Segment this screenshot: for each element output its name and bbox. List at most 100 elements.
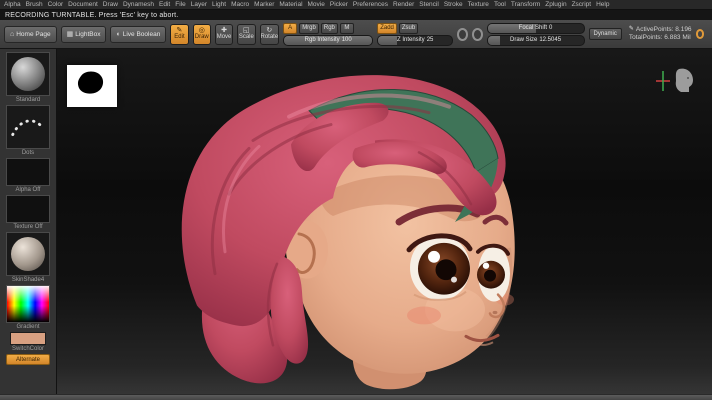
stroke-thumbnail[interactable] (6, 105, 50, 149)
focal-shift-value: 0 (549, 25, 552, 31)
paint-group: A Mrgb Rgb M Rgb Intensity 100 (283, 23, 373, 46)
z-intensity-fill (378, 36, 397, 45)
texture-selector[interactable]: Texture Off (6, 195, 50, 230)
lightbox-label: LightBox (75, 31, 100, 38)
draw-mode-button[interactable]: ◎ Draw (193, 24, 211, 45)
preview-head-icon (676, 69, 693, 92)
rgb-intensity-label: Rgb Intensity (305, 37, 340, 43)
rgb-toggle[interactable]: Rgb (321, 23, 338, 34)
live-boolean-button[interactable]: ◐ Live Boolean (110, 26, 166, 43)
menu-item-dynamesh[interactable]: Dynamesh (123, 1, 154, 8)
menu-item-layer[interactable]: Layer (191, 1, 207, 8)
material-label: SkinShade4 (12, 277, 44, 283)
switch-color-label: SwitchColor (12, 346, 44, 352)
menu-item-macro[interactable]: Macro (231, 1, 249, 8)
circle-icon-1[interactable] (457, 28, 468, 41)
home-icon: ⌂ (10, 31, 14, 38)
move-mode-button[interactable]: ✚ Move (215, 24, 233, 45)
menu-item-tool[interactable]: Tool (494, 1, 506, 8)
switch-color-item[interactable]: SwitchColor (10, 332, 46, 352)
zadd-toggle[interactable]: Zadd (377, 23, 397, 34)
alpha-selector[interactable]: Alpha Off (6, 158, 50, 193)
menu-item-color[interactable]: Color (48, 1, 64, 8)
rgb-intensity-value: 100 (342, 37, 352, 43)
alpha-thumbnail[interactable] (6, 158, 50, 186)
zbrush-window: Alpha Brush Color Document Draw Dynamesh… (0, 0, 712, 400)
menu-item-help[interactable]: Help (596, 1, 609, 8)
draw-size-slider[interactable]: Draw Size 12.5045 (487, 35, 585, 46)
circle-icon-2[interactable] (472, 28, 483, 41)
color-picker-item[interactable]: Gradient (6, 285, 50, 330)
tool-preview (652, 61, 698, 99)
brush-label: Standard (16, 97, 40, 103)
live-boolean-label: Live Boolean (123, 31, 161, 38)
menu-item-file[interactable]: File (175, 1, 185, 8)
viewport-canvas[interactable] (57, 49, 712, 394)
material-selector[interactable]: SkinShade4 (6, 232, 50, 283)
size-group: Focal Shift 0 Draw Size 12.5045 (487, 23, 585, 46)
menu-item-zscript[interactable]: Zscript (572, 1, 592, 8)
menu-item-movie[interactable]: Movie (308, 1, 325, 8)
home-page-button[interactable]: ⌂ Home Page (4, 26, 57, 43)
bottom-strip (0, 394, 712, 400)
zsub-toggle[interactable]: Zsub (399, 23, 418, 34)
points-stats: ✎ ActivePoints: 8.196 TotalPoints: 6.883… (629, 26, 692, 43)
menu-item-marker[interactable]: Marker (254, 1, 274, 8)
m-toggle[interactable]: M (340, 23, 354, 34)
material-thumbnail[interactable] (6, 232, 50, 276)
paint-mode-a-toggle[interactable]: A (283, 23, 297, 34)
current-color-swatch[interactable] (10, 332, 46, 345)
menu-item-zplugin[interactable]: Zplugin (545, 1, 566, 8)
menu-item-edit[interactable]: Edit (159, 1, 170, 8)
dynamic-size-button[interactable]: Dynamic (589, 28, 622, 40)
rotate-mode-label: Rotate (261, 34, 279, 40)
mrgb-toggle[interactable]: Mrgb (299, 23, 319, 34)
edit-mode-button[interactable]: ✎ Edit (170, 24, 188, 45)
alpha-preview-box (67, 65, 117, 107)
menu-item-transform[interactable]: Transform (511, 1, 540, 8)
recording-status-bar: RECORDING TURNTABLE. Press 'Esc' key to … (0, 10, 712, 20)
focal-shift-label: Focal Shift (519, 25, 547, 31)
menu-item-texture[interactable]: Texture (468, 1, 489, 8)
z-intensity-slider[interactable]: Z Intensity 25 (377, 35, 453, 46)
alternate-button[interactable]: Alternate (6, 354, 50, 365)
lightbox-grid-icon: ▦ (67, 31, 74, 38)
skinshade-material-icon (11, 237, 45, 271)
boolean-icon: ◐ (116, 31, 120, 38)
edit-mode-label: Edit (174, 34, 184, 40)
menu-item-light[interactable]: Light (212, 1, 226, 8)
active-points-text: ActivePoints: 8.196 (636, 26, 692, 34)
scale-mode-button[interactable]: ◱ Scale (237, 24, 255, 45)
home-page-label: Home Page (16, 31, 50, 38)
alpha-blob-icon (67, 65, 117, 107)
menu-item-document[interactable]: Document (68, 1, 98, 8)
rgb-intensity-slider[interactable]: Rgb Intensity 100 (283, 35, 373, 46)
standard-brush-icon (11, 57, 45, 91)
rotate-mode-button[interactable]: ↻ Rotate (260, 24, 280, 45)
top-shelf: ⌂ Home Page ▦ LightBox ◐ Live Boolean ✎ … (0, 20, 712, 49)
total-points-text: TotalPoints: 6.883 Mil (629, 34, 691, 42)
menu-item-render[interactable]: Render (393, 1, 414, 8)
scale-icon: ◱ (243, 27, 250, 34)
left-tray: Standard Dots Alpha Off Texture Off (0, 49, 57, 394)
scale-mode-label: Scale (239, 34, 254, 40)
menu-item-stencil[interactable]: Stencil (419, 1, 439, 8)
menu-item-alpha[interactable]: Alpha (4, 1, 21, 8)
menu-item-picker[interactable]: Picker (330, 1, 348, 8)
texture-thumbnail[interactable] (6, 195, 50, 223)
menu-item-brush[interactable]: Brush (26, 1, 43, 8)
stroke-label: Dots (22, 150, 34, 156)
menu-item-material[interactable]: Material (279, 1, 302, 8)
menu-item-preferences[interactable]: Preferences (353, 1, 388, 8)
lightbox-button[interactable]: ▦ LightBox (61, 26, 107, 43)
shelf-right-circle-icon[interactable] (696, 29, 704, 39)
focal-shift-slider[interactable]: Focal Shift 0 (487, 23, 585, 34)
brush-selector[interactable]: Standard (6, 52, 50, 103)
brush-thumbnail[interactable] (6, 52, 50, 96)
menu-item-draw[interactable]: Draw (103, 1, 118, 8)
stroke-selector[interactable]: Dots (6, 105, 50, 156)
z-intensity-label: Z Intensity (397, 37, 425, 43)
draw-size-label: Draw Size (510, 37, 537, 43)
color-picker[interactable] (6, 285, 50, 323)
menu-item-stroke[interactable]: Stroke (444, 1, 463, 8)
